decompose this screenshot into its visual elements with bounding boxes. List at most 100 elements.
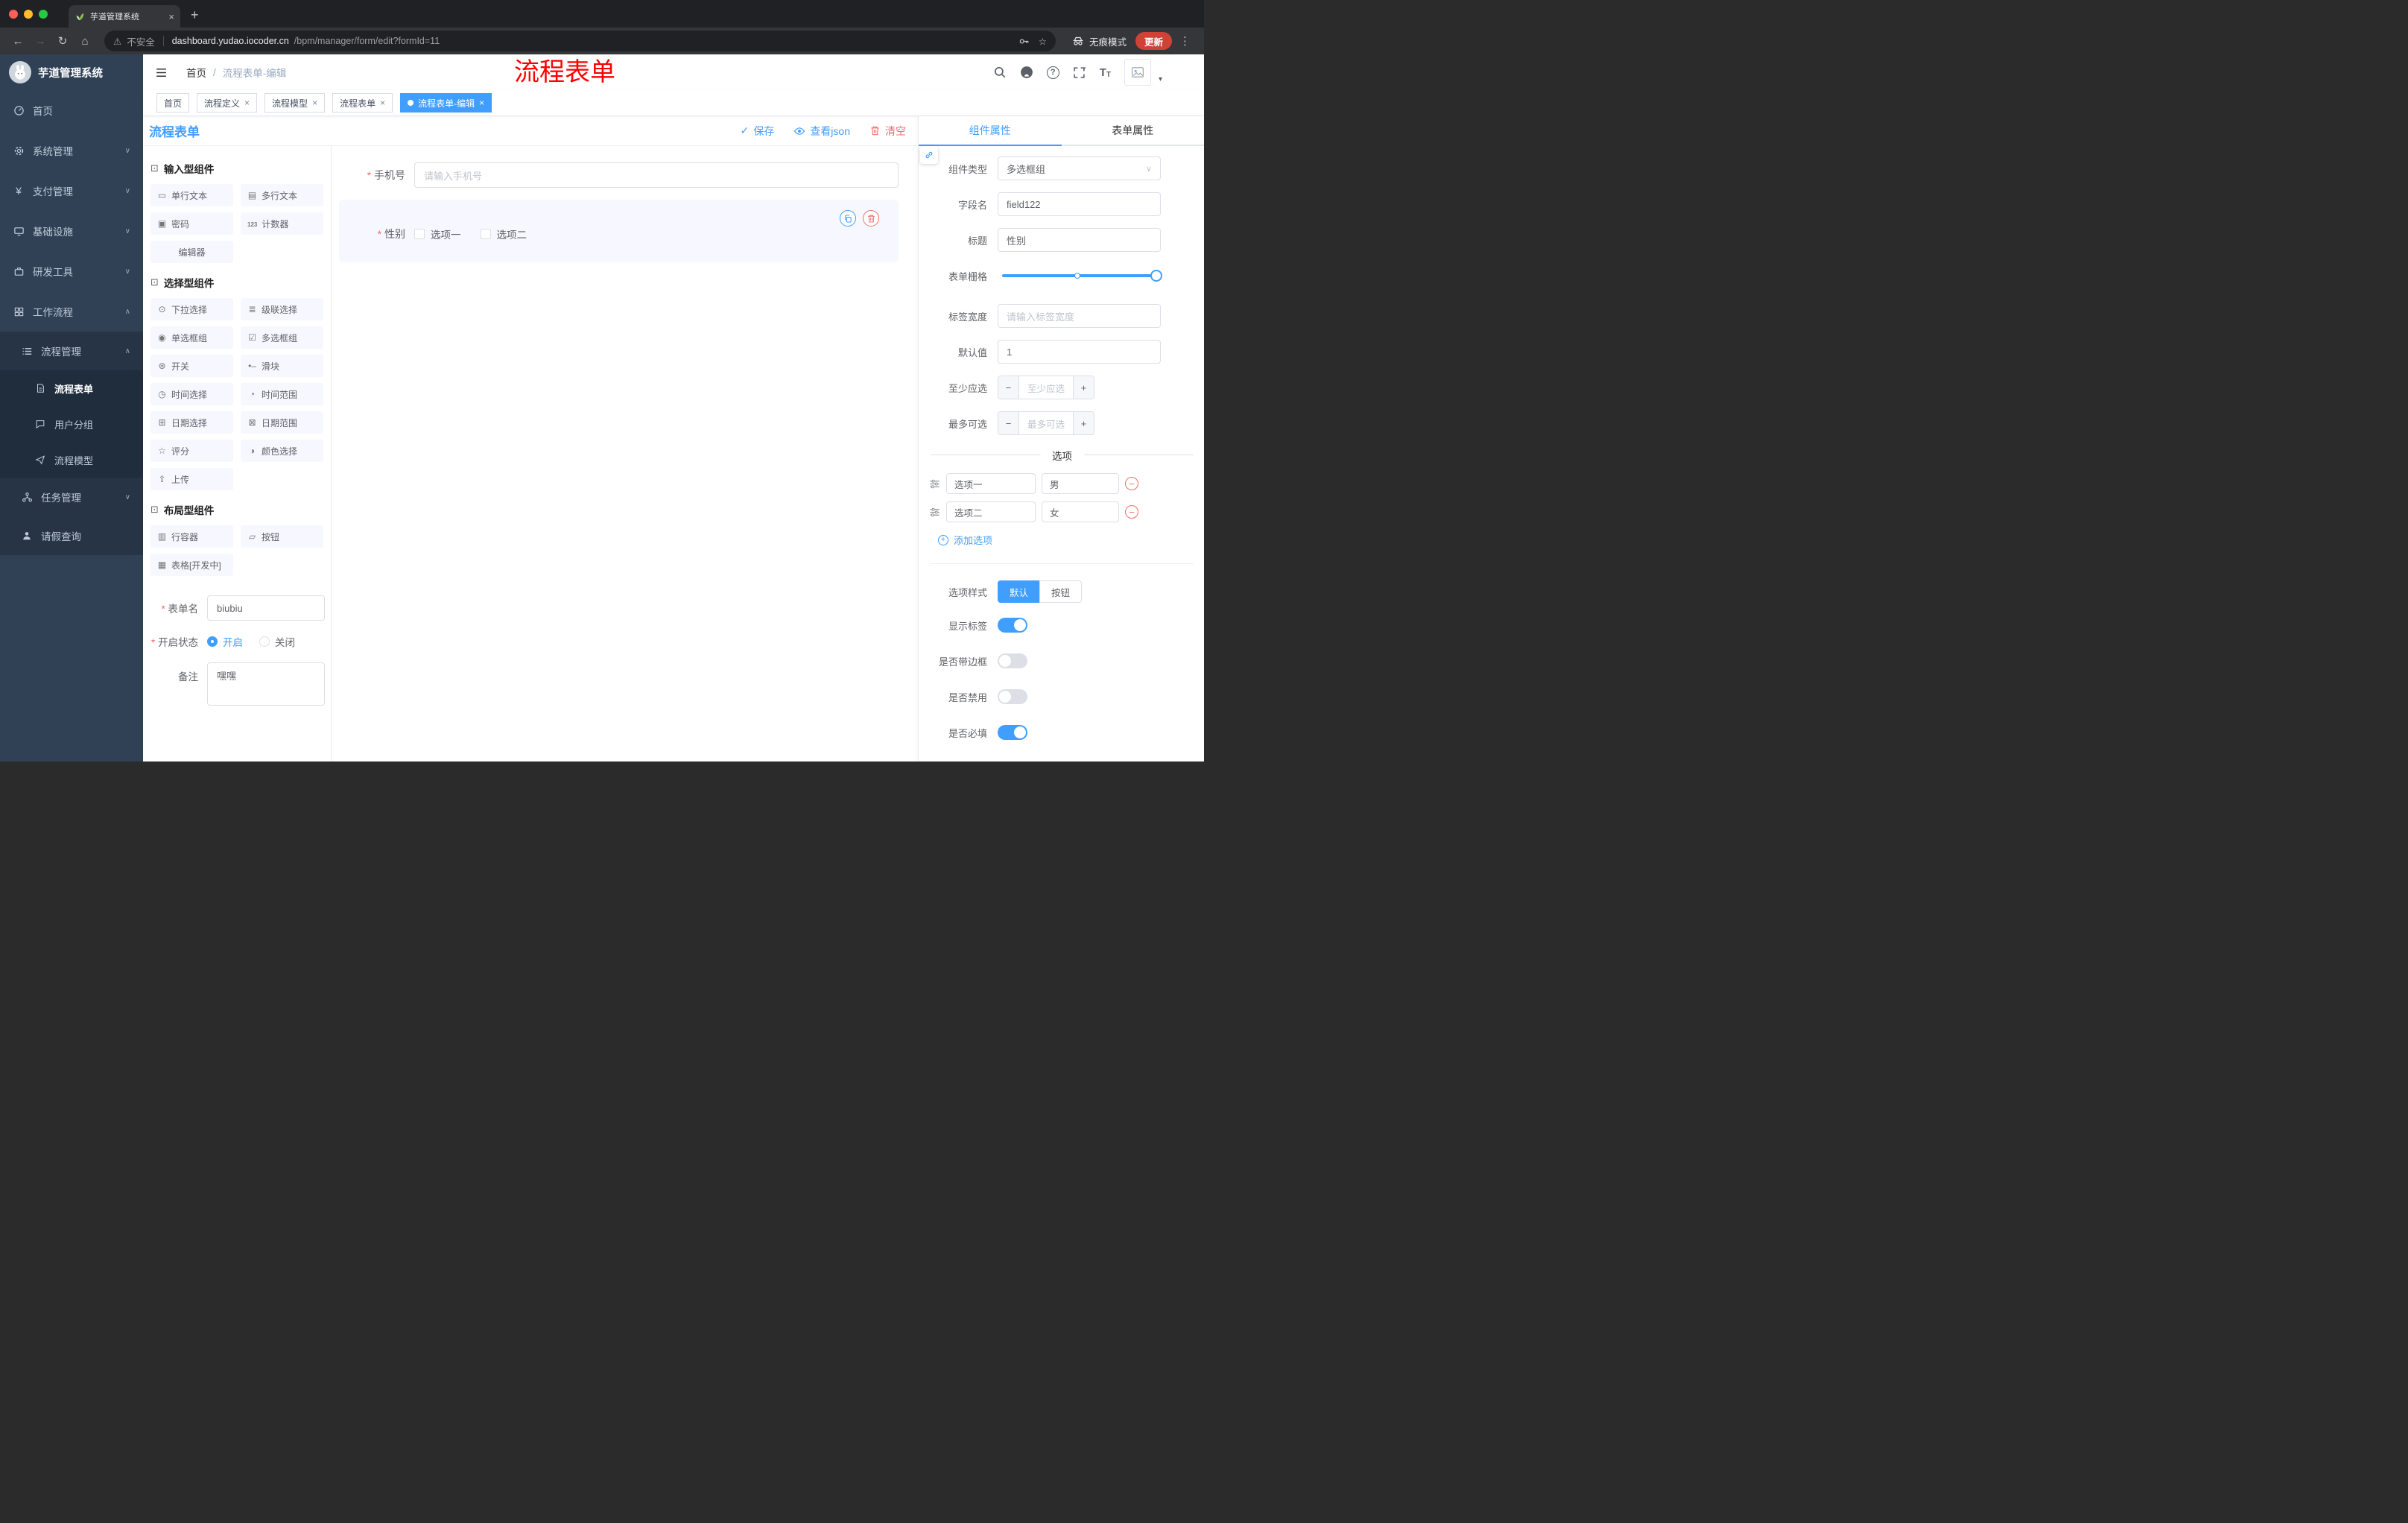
sidebar-item-devtools[interactable]: 研发工具 ∨ [0,251,143,291]
sidebar-item-payment[interactable]: ¥ 支付管理 ∨ [0,171,143,211]
bookmark-star-icon[interactable]: ☆ [1039,36,1047,47]
field-gender-selected[interactable]: 性别 选项一 选项二 [339,200,899,262]
close-icon[interactable]: × [312,98,317,108]
search-icon[interactable] [993,66,1007,79]
clear-button[interactable]: 清空 [869,124,906,139]
close-icon[interactable]: × [479,98,484,108]
remove-option-button[interactable]: − [1125,477,1138,490]
style-default-button[interactable]: 默认 [998,580,1040,603]
palette-item-password[interactable]: 密码 [150,212,233,235]
sidebar-item-home[interactable]: 首页 [0,90,143,130]
tag-process-model[interactable]: 流程模型 × [264,93,326,113]
reload-icon[interactable]: ↻ [52,31,73,51]
link-icon[interactable] [920,146,938,164]
border-switch[interactable] [998,653,1027,668]
sidebar-item-infra[interactable]: 基础设施 ∨ [0,211,143,251]
tag-process-form[interactable]: 流程表单 × [332,93,393,113]
home-icon[interactable]: ⌂ [75,31,95,51]
sidebar-item-leave-query[interactable]: 请假查询 [0,516,143,555]
increase-button[interactable]: + [1073,412,1094,434]
maximize-window-button[interactable] [39,10,48,19]
tag-home[interactable]: 首页 [156,93,190,113]
drag-handle-icon[interactable] [929,478,940,490]
palette-item-multiline-text[interactable]: 多行文本 [241,184,323,206]
browser-menu-icon[interactable]: ⋮ [1173,34,1197,48]
palette-item-time-picker[interactable]: 时间选择 [150,383,233,405]
address-bar[interactable]: ⚠ 不安全 dashboard.yudao.iocoder.cn/bpm/man… [104,31,1056,51]
title-input[interactable]: 性别 [998,228,1161,252]
palette-item-checkbox-group[interactable]: 多选框组 [241,326,323,349]
sidebar-item-task-mgmt[interactable]: 任务管理 ∨ [0,478,143,516]
collapse-sidebar-icon[interactable] [155,66,170,79]
tag-process-definition[interactable]: 流程定义 × [197,93,258,113]
palette-item-editor[interactable]: 编辑器 [150,241,233,263]
gender-option-2[interactable]: 选项二 [480,227,527,241]
sidebar-item-process-form[interactable]: 流程表单 [0,370,143,406]
increase-button[interactable]: + [1073,376,1094,399]
palette-item-button[interactable]: 按钮 [241,525,323,548]
close-icon[interactable]: × [380,98,385,108]
save-button[interactable]: ✓ 保存 [741,124,775,139]
tab-form-props[interactable]: 表单属性 [1062,116,1205,146]
option-value-input[interactable]: 女 [1042,501,1119,522]
view-json-button[interactable]: 查看json [793,124,850,139]
remove-option-button[interactable]: − [1125,505,1138,519]
default-value-input[interactable]: 1 [998,340,1161,364]
sidebar-item-process-model[interactable]: 流程模型 [0,442,143,478]
label-width-input[interactable]: 请输入标签宽度 [998,304,1161,328]
tag-process-form-edit[interactable]: 流程表单-编辑 × [400,93,492,113]
min-select-input[interactable]: 至少应选 [1019,376,1073,399]
show-label-switch[interactable] [998,618,1027,633]
minimize-window-button[interactable] [24,10,33,19]
forward-icon[interactable]: → [30,31,51,51]
status-radio-off[interactable]: 关闭 [259,634,295,649]
tab-component-props[interactable]: 组件属性 [919,116,1062,146]
palette-item-time-range[interactable]: 时间范围 [241,383,323,405]
delete-field-button[interactable] [863,210,879,227]
palette-item-dropdown[interactable]: 下拉选择 [150,298,233,320]
fullscreen-icon[interactable] [1073,66,1086,79]
status-radio-on[interactable]: 开启 [207,634,243,649]
breadcrumb-home[interactable]: 首页 [186,65,206,80]
option-value-input[interactable]: 男 [1042,473,1119,494]
close-icon[interactable]: × [244,98,250,108]
palette-item-date-picker[interactable]: 日期选择 [150,411,233,434]
palette-item-date-range[interactable]: 日期范围 [241,411,323,434]
palette-item-row-container[interactable]: 行容器 [150,525,233,548]
avatar[interactable] [1124,59,1151,86]
browser-tab[interactable]: 芋道管理系统 × [69,5,180,28]
decrease-button[interactable]: − [998,376,1019,399]
palette-item-rate[interactable]: 评分 [150,440,233,462]
form-remark-textarea[interactable]: 嘿嘿 [207,662,325,706]
slider-handle[interactable] [1150,270,1162,282]
phone-input[interactable]: 请输入手机号 [414,162,899,188]
sidebar-item-process-mgmt[interactable]: 流程管理 ∧ [0,332,143,370]
new-tab-button[interactable]: + [191,7,199,23]
palette-item-slider[interactable]: 滑块 [241,355,323,377]
font-size-icon[interactable]: TT [1100,66,1111,79]
back-icon[interactable]: ← [7,31,28,51]
style-button-button[interactable]: 按钮 [1039,580,1083,603]
palette-item-radio-group[interactable]: 单选框组 [150,326,233,349]
decrease-button[interactable]: − [998,412,1019,434]
palette-item-cascader[interactable]: 级联选择 [241,298,323,320]
option-label-input[interactable]: 选项二 [946,501,1036,522]
sidebar-item-user-groups[interactable]: 用户分组 [0,406,143,442]
form-grid-slider[interactable] [1002,270,1162,282]
close-window-button[interactable] [9,10,18,19]
gender-option-1[interactable]: 选项一 [414,227,461,241]
tab-close-icon[interactable]: × [168,11,174,22]
sidebar-item-workflow[interactable]: 工作流程 ∧ [0,291,143,332]
drag-handle-icon[interactable] [929,507,940,518]
option-label-input[interactable]: 选项一 [946,473,1036,494]
palette-item-upload[interactable]: 上传 [150,468,233,490]
palette-item-singleline-text[interactable]: 单行文本 [150,184,233,206]
copy-field-button[interactable] [840,210,856,227]
key-icon[interactable] [1018,36,1030,47]
component-type-select[interactable]: 多选框组 ∨ [998,156,1161,180]
help-icon[interactable]: ? [1046,66,1059,79]
github-icon[interactable] [1020,66,1033,79]
add-option-button[interactable]: + 添加选项 [938,533,1204,547]
sidebar-item-system[interactable]: 系统管理 ∨ [0,130,143,171]
form-name-input[interactable]: biubiu [207,595,325,621]
